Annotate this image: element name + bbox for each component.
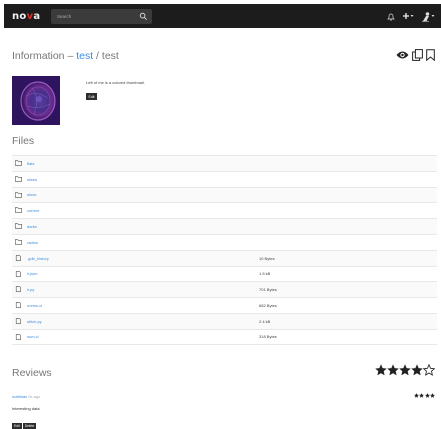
caret-down-icon — [410, 15, 414, 17]
star-filled-icon — [375, 364, 387, 376]
dataset-description: Left of me is a colored thumbnail. — [86, 80, 145, 85]
file-name-link[interactable]: radios — [27, 240, 38, 245]
file-size: 318 Bytes — [259, 334, 277, 340]
folder-icon — [15, 176, 22, 182]
file-icon — [15, 254, 21, 261]
bell-icon — [387, 13, 395, 21]
file-name-link[interactable]: ir.py — [27, 287, 34, 292]
file-row[interactable]: sum.cl 318 Bytes — [12, 328, 437, 345]
edit-description-button[interactable]: Edit — [86, 93, 97, 100]
user-icon — [422, 11, 430, 22]
file-name-link[interactable]: correct — [27, 208, 39, 213]
add-menu-button[interactable] — [402, 12, 414, 20]
eye-icon[interactable] — [396, 50, 409, 60]
review-actions: Edit Delete — [12, 423, 37, 429]
file-size: 682 Bytes — [259, 303, 277, 309]
page-title: Information – test / test — [12, 50, 119, 62]
file-row[interactable]: flats — [12, 155, 437, 171]
file-name-link[interactable]: darks — [27, 224, 37, 229]
header-actions — [396, 49, 435, 61]
edit-review-button[interactable]: Edit — [12, 423, 22, 429]
nav-right — [387, 8, 435, 24]
star-filled-icon — [419, 393, 424, 398]
file-name-link[interactable]: stitch.py — [27, 319, 42, 324]
file-icon — [15, 318, 21, 324]
files-table: flats slices sinos correct darks radios .gdb_h… — [12, 155, 437, 345]
file-row[interactable]: stitch.py 2.4 kB — [12, 312, 437, 329]
notifications-button[interactable] — [387, 12, 395, 21]
title-separator: / — [93, 50, 102, 62]
folder-icon — [15, 207, 22, 214]
file-row[interactable]: sinos — [12, 186, 437, 203]
dataset-thumbnail — [12, 76, 60, 125]
file-size: 701 Bytes — [259, 287, 277, 293]
star-filled-icon — [399, 364, 411, 376]
thumbnail-image — [12, 76, 60, 125]
copy-icon[interactable] — [412, 49, 423, 61]
delete-review-button[interactable]: Delete — [22, 423, 37, 429]
review-author-link[interactable]: matthias — [12, 394, 27, 399]
caret-down-icon — [431, 15, 435, 17]
file-name-link[interactable]: flats — [27, 161, 34, 166]
file-name-link[interactable]: .gdb_history — [27, 256, 49, 261]
review-time: 0s ago — [28, 394, 41, 399]
file-icon — [15, 302, 21, 309]
file-size: 10 Bytes — [259, 255, 275, 261]
files-title: Files — [12, 135, 35, 147]
bookmark-icon[interactable] — [426, 49, 435, 61]
file-name-link[interactable]: ir.json — [27, 271, 37, 276]
file-row[interactable]: darks — [12, 218, 437, 234]
star-filled-icon — [424, 393, 430, 398]
overall-rating[interactable] — [375, 364, 435, 376]
file-size: 2.4 kB — [259, 318, 271, 324]
star-filled-icon — [430, 393, 435, 398]
star-filled-icon — [411, 364, 423, 376]
file-name-link[interactable]: sinos — [27, 192, 36, 197]
file-name-link[interactable]: slices — [27, 177, 37, 182]
user-menu-button[interactable] — [421, 11, 435, 22]
file-icon — [15, 333, 21, 340]
file-size: 1.5 kB — [259, 271, 271, 277]
review-author: matthias 0s ago — [12, 394, 40, 399]
search-box — [51, 9, 152, 24]
folder-icon — [15, 223, 22, 229]
file-icon — [15, 270, 21, 277]
collection-link[interactable]: test — [76, 50, 93, 62]
folder-icon — [15, 160, 22, 166]
star-filled-icon — [387, 364, 399, 376]
brand-logo[interactable]: nova — [12, 11, 40, 22]
review-text: Interesting data — [12, 406, 40, 411]
dataset-name: test — [101, 50, 119, 62]
file-row[interactable]: ir.py 701 Bytes — [12, 281, 437, 298]
reviews-title: Reviews — [12, 367, 52, 379]
star-empty-icon — [423, 364, 435, 376]
navbar: nova — [4, 4, 441, 28]
file-name-link[interactable]: sum.cl — [27, 334, 39, 339]
file-row[interactable]: .gdb_history 10 Bytes — [12, 249, 437, 266]
plus-icon — [403, 13, 409, 19]
file-row[interactable]: slices — [12, 170, 437, 187]
search-input[interactable] — [57, 11, 137, 22]
folder-icon — [15, 191, 22, 198]
file-row[interactable]: correct — [12, 202, 437, 218]
title-prefix: Information – — [12, 50, 77, 62]
review-rating — [413, 393, 436, 398]
folder-icon — [15, 239, 22, 245]
file-row[interactable]: ir.json 1.5 kB — [12, 265, 437, 282]
file-name-link[interactable]: norms.cl — [27, 303, 42, 308]
file-row[interactable]: radios — [12, 233, 437, 250]
star-filled-icon — [413, 393, 419, 398]
file-icon — [15, 286, 21, 293]
search-icon[interactable] — [139, 12, 148, 21]
file-row[interactable]: norms.cl 682 Bytes — [12, 297, 437, 313]
